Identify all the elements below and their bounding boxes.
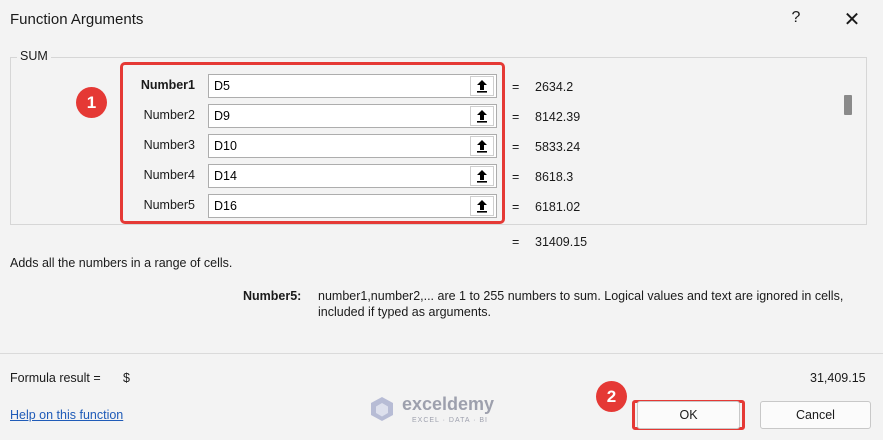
- formula-result-value: 31,409.15: [810, 371, 866, 385]
- equals-sign: =: [512, 110, 520, 124]
- formula-result-label: Formula result =: [10, 371, 101, 385]
- argument-help-text-line1: number1,number2,... are 1 to 255 numbers…: [318, 289, 844, 303]
- ok-button[interactable]: OK: [637, 401, 740, 429]
- argument-result: 8618.3: [535, 170, 574, 184]
- arguments-highlight-box: [120, 62, 505, 224]
- watermark-tagline: EXCEL · DATA · BI: [412, 417, 488, 424]
- function-description: Adds all the numbers in a range of cells…: [10, 256, 233, 270]
- equals-sign: =: [512, 200, 520, 214]
- step-badge-1: 1: [76, 87, 107, 118]
- equals-sign: =: [512, 170, 520, 184]
- total-value: 31409.15: [535, 235, 588, 249]
- exceldemy-watermark: exceldemy EXCEL · DATA · BI: [368, 393, 518, 427]
- argument-result: 6181.02: [535, 200, 581, 214]
- argument-help-text-line2: included if typed as arguments.: [318, 305, 492, 319]
- cancel-button[interactable]: Cancel: [760, 401, 871, 429]
- title-bar: Function Arguments ? ✕: [0, 0, 883, 40]
- help-button[interactable]: ?: [787, 9, 805, 31]
- scrollbar-thumb[interactable]: [844, 95, 852, 115]
- total-equals-sign: =: [512, 235, 520, 249]
- dialog-title: Function Arguments: [10, 11, 144, 28]
- argument-result: 8142.39: [535, 110, 581, 124]
- equals-sign: =: [512, 140, 520, 154]
- arguments-scrollbar[interactable]: [836, 57, 866, 225]
- equals-sign: =: [512, 80, 520, 94]
- divider: [0, 353, 883, 354]
- watermark-name: exceldemy: [402, 394, 495, 414]
- argument-help-name: Number5:: [243, 289, 302, 303]
- argument-result: 2634.2: [535, 80, 574, 94]
- formula-result-currency: $: [123, 371, 130, 385]
- argument-result: 5833.24: [535, 140, 581, 154]
- step-badge-2: 2: [596, 381, 627, 412]
- close-button[interactable]: ✕: [838, 6, 866, 34]
- function-name-label: SUM: [17, 49, 51, 63]
- exceldemy-logo-icon: [371, 397, 393, 421]
- help-on-function-link[interactable]: Help on this function: [10, 408, 123, 422]
